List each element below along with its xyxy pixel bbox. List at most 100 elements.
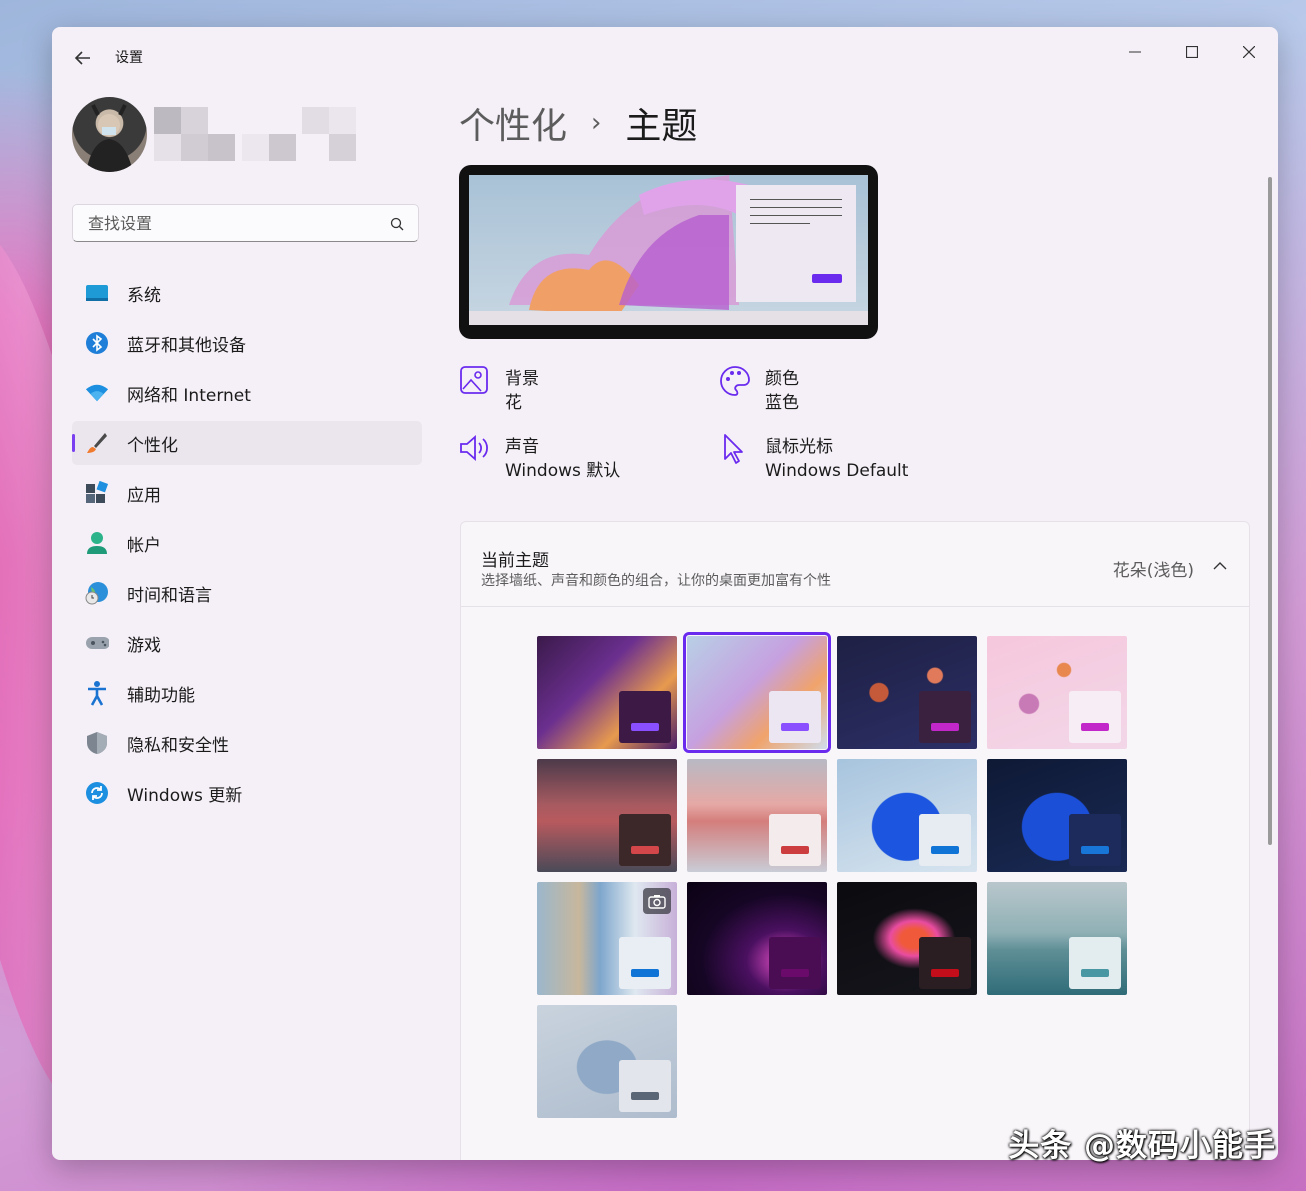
property-value: Windows Default <box>765 461 909 481</box>
sidebar-item-gaming[interactable]: 游戏 <box>72 621 422 665</box>
minimize-icon <box>1129 51 1141 53</box>
sidebar-item-accessibility[interactable]: 辅助功能 <box>72 671 422 715</box>
current-theme-panel: 当前主题 选择墙纸、声音和颜色的组合，让你的桌面更加富有个性 花朵(浅色) <box>460 521 1250 1160</box>
theme-tile-accent-swatch <box>631 723 659 731</box>
close-icon <box>1243 46 1255 58</box>
preview-wallpaper <box>469 175 868 325</box>
camera-icon <box>643 888 671 914</box>
apps-icon <box>85 481 109 505</box>
theme-tile-window-preview <box>619 937 671 989</box>
theme-tile-accent-swatch <box>781 969 809 977</box>
accessibility-icon <box>85 681 109 706</box>
chevron-up-icon[interactable] <box>1213 556 1227 575</box>
theme-tile-window-preview <box>1069 937 1121 989</box>
theme-tile-dunes-dark[interactable] <box>537 759 677 872</box>
brush-icon <box>85 431 109 455</box>
property-title: 背景 <box>505 369 539 389</box>
person-icon <box>85 531 109 555</box>
theme-tile-bloom-dark[interactable] <box>537 636 677 749</box>
cursor-icon <box>719 433 751 465</box>
theme-tile-captured-motion[interactable] <box>687 882 827 995</box>
sidebar-item-label: 应用 <box>127 485 161 506</box>
sound-setting[interactable]: 声音 Windows 默认 <box>459 435 620 483</box>
sidebar-item-network[interactable]: 网络和 Internet <box>72 371 422 415</box>
watermark: 头条 @数码小能手 <box>1008 1128 1276 1164</box>
search-input[interactable] <box>86 213 380 234</box>
sidebar-item-label: Windows 更新 <box>127 785 243 806</box>
sidebar-nav: 系统 蓝牙和其他设备 网络和 Internet 个性化 应用 帐户 时间和语言 <box>72 271 422 821</box>
maximize-icon <box>1186 46 1198 58</box>
property-title: 声音 <box>505 437 539 457</box>
maximize-button[interactable] <box>1169 37 1215 67</box>
theme-tile-flow[interactable] <box>837 882 977 995</box>
theme-preview <box>459 165 878 339</box>
theme-tile-window-preview <box>769 691 821 743</box>
preview-accent-button <box>812 274 842 283</box>
sidebar-item-label: 系统 <box>127 285 161 306</box>
sidebar-item-apps[interactable]: 应用 <box>72 471 422 515</box>
property-value: Windows 默认 <box>505 461 621 481</box>
theme-tile-accent-swatch <box>931 723 959 731</box>
sidebar-item-label: 隐私和安全性 <box>127 735 229 756</box>
wifi-icon <box>85 381 109 405</box>
sidebar-item-windows-update[interactable]: Windows 更新 <box>72 771 422 815</box>
title-bar: 设置 <box>52 27 1278 89</box>
sidebar-item-label: 游戏 <box>127 635 161 656</box>
theme-tile-window-preview <box>619 814 671 866</box>
theme-tile-window-preview <box>919 937 971 989</box>
theme-tile-accent-swatch <box>631 846 659 854</box>
theme-tile-accent-swatch <box>1081 723 1109 731</box>
theme-tile-planets-light[interactable] <box>987 636 1127 749</box>
search-icon[interactable] <box>390 216 404 235</box>
theme-tile-window-preview <box>1069 691 1121 743</box>
current-theme-title: 当前主题 <box>481 551 549 571</box>
avatar[interactable] <box>72 97 147 172</box>
theme-tile-sunrise[interactable] <box>987 882 1127 995</box>
theme-tile-accent-swatch <box>781 846 809 854</box>
minimize-button[interactable] <box>1112 37 1158 67</box>
shield-icon <box>85 731 109 755</box>
theme-tile-glow-light[interactable] <box>837 759 977 872</box>
theme-tile-accent-swatch <box>931 846 959 854</box>
theme-tile-windows-glass[interactable] <box>537 1005 677 1118</box>
sidebar-item-personalization[interactable]: 个性化 <box>72 421 422 465</box>
back-arrow-icon[interactable] <box>72 47 94 69</box>
search-box <box>72 204 419 242</box>
background-setting[interactable]: 背景花 <box>459 366 539 415</box>
property-value: 蓝色 <box>765 393 799 413</box>
sidebar-item-time-language[interactable]: 时间和语言 <box>72 571 422 615</box>
sidebar-item-label: 个性化 <box>127 435 178 456</box>
theme-tile-accent-swatch <box>931 969 959 977</box>
current-theme-header[interactable]: 当前主题 选择墙纸、声音和颜色的组合，让你的桌面更加富有个性 花朵(浅色) <box>461 522 1249 607</box>
sidebar-item-system[interactable]: 系统 <box>72 271 422 315</box>
theme-tile-window-preview <box>769 814 821 866</box>
theme-tile-planets-dark[interactable] <box>837 636 977 749</box>
scrollbar[interactable] <box>1268 177 1272 845</box>
sidebar-item-label: 时间和语言 <box>127 585 212 606</box>
app-title: 设置 <box>115 50 143 66</box>
sidebar-item-accounts[interactable]: 帐户 <box>72 521 422 565</box>
theme-tile-window-preview <box>619 691 671 743</box>
breadcrumb: 个性化 › 主题 <box>459 97 697 149</box>
current-theme-value: 花朵(浅色) <box>1112 561 1194 581</box>
property-value: 花 <box>505 393 522 413</box>
theme-tile-spotlight[interactable] <box>537 882 677 995</box>
cursor-setting[interactable]: 鼠标光标 Windows Default <box>719 433 909 483</box>
bluetooth-icon <box>85 331 109 355</box>
theme-tile-bloom-light[interactable] <box>683 632 831 753</box>
property-title: 颜色 <box>765 369 799 389</box>
display-icon <box>85 281 109 305</box>
speaker-icon <box>459 433 491 465</box>
theme-tile-accent-swatch <box>1081 846 1109 854</box>
redacted-account-name <box>154 107 359 161</box>
settings-window: 设置 查找设置 系统 蓝牙和其他设备 网络和 Internet 个性化 应用 帐… <box>52 27 1278 1160</box>
color-setting[interactable]: 颜色 蓝色 <box>719 366 799 415</box>
theme-tile-dunes-light[interactable] <box>687 759 827 872</box>
theme-tile-glow-dark[interactable] <box>987 759 1127 872</box>
sidebar-item-privacy[interactable]: 隐私和安全性 <box>72 721 422 765</box>
breadcrumb-parent[interactable]: 个性化 <box>459 97 567 149</box>
close-button[interactable] <box>1226 37 1272 67</box>
preview-window-card <box>736 185 856 302</box>
sidebar-item-bluetooth[interactable]: 蓝牙和其他设备 <box>72 321 422 365</box>
globe-clock-icon <box>85 581 109 605</box>
